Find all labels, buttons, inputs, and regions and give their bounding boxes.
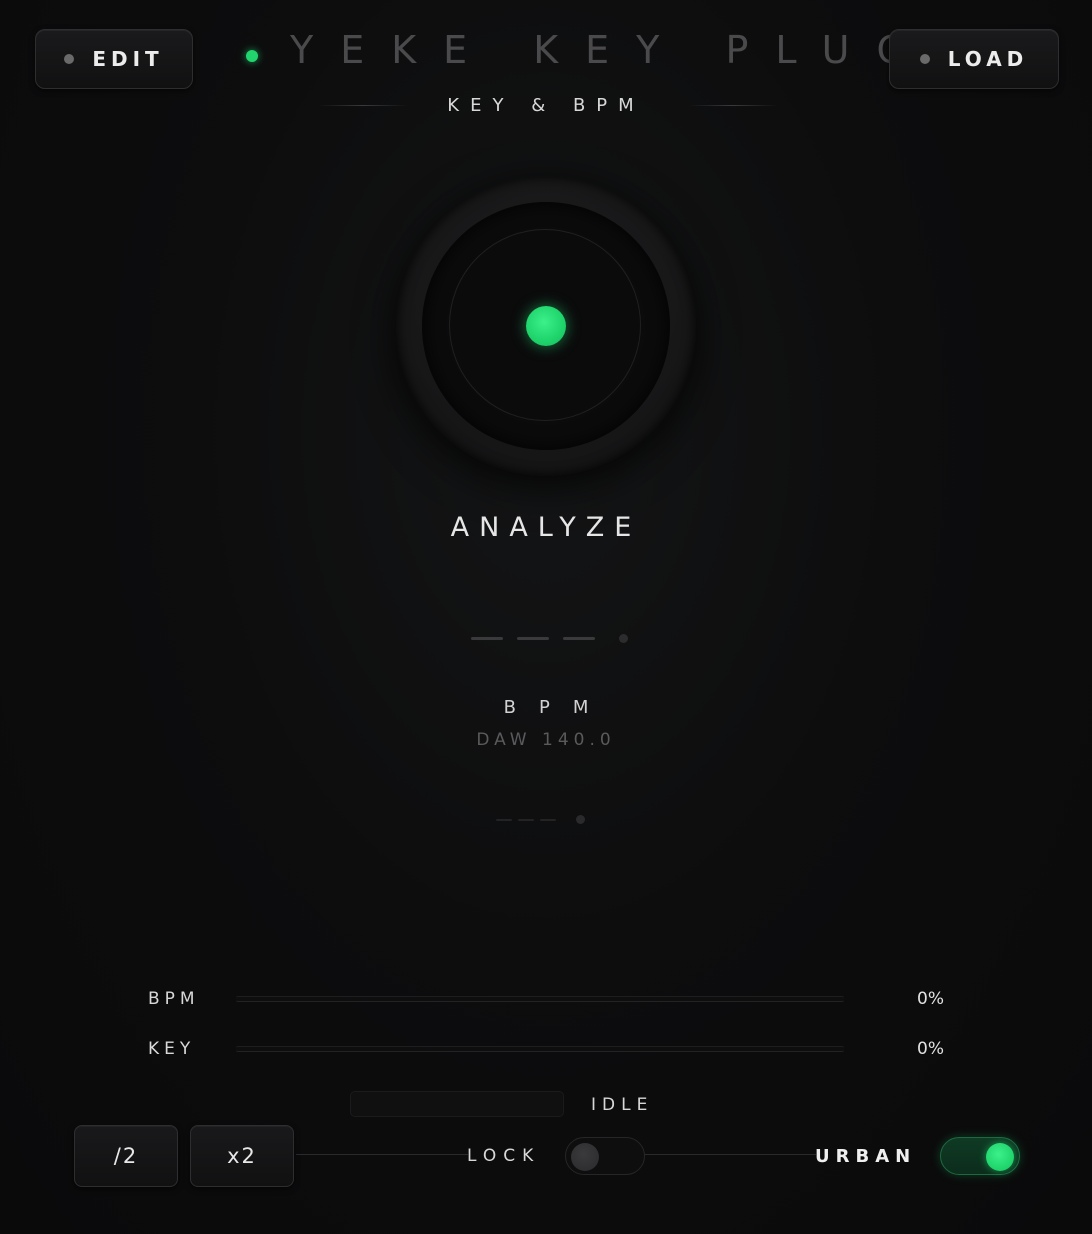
plugin-subtitle: KEY & BPM bbox=[447, 95, 645, 116]
analyze-led-icon bbox=[526, 306, 566, 346]
double-tempo-button[interactable]: x2 bbox=[190, 1125, 294, 1187]
lock-label: LOCK bbox=[467, 1146, 541, 1166]
key-confidence-meter bbox=[236, 1046, 844, 1052]
status-led-icon bbox=[246, 50, 258, 62]
analyze-button-face bbox=[422, 202, 670, 450]
bpm-confidence-percent: 0% bbox=[917, 989, 944, 1009]
placeholder-dot-icon bbox=[576, 815, 585, 824]
half-tempo-button[interactable]: /2 bbox=[74, 1125, 178, 1187]
edit-button[interactable]: EDIT bbox=[35, 29, 193, 89]
lock-toggle[interactable] bbox=[565, 1137, 645, 1175]
bpm-confidence-meter bbox=[236, 996, 844, 1002]
bottom-divider bbox=[296, 1154, 468, 1155]
placeholder-dash bbox=[518, 818, 534, 821]
urban-toggle[interactable] bbox=[940, 1137, 1020, 1175]
placeholder-dash bbox=[517, 637, 549, 640]
key-confidence-percent: 0% bbox=[917, 1039, 944, 1059]
subtitle-divider-right bbox=[688, 105, 778, 106]
bpm-readout-placeholder bbox=[496, 815, 585, 824]
placeholder-dot-icon bbox=[619, 634, 628, 643]
analyze-label: ANALYZE bbox=[450, 512, 642, 543]
key-readout-placeholder bbox=[471, 634, 628, 643]
placeholder-dash bbox=[496, 818, 512, 821]
lock-toggle-knob bbox=[571, 1143, 599, 1171]
load-button[interactable]: LOAD bbox=[889, 29, 1059, 89]
load-button-label: LOAD bbox=[947, 47, 1029, 71]
load-led-icon bbox=[919, 54, 930, 64]
placeholder-dash bbox=[471, 637, 503, 640]
urban-label: URBAN bbox=[815, 1146, 917, 1167]
bpm-confidence-label: BPM bbox=[148, 989, 200, 1009]
plugin-window: EDIT YEKE KEY PLUG KEY & BPM LOAD ANALYZ… bbox=[0, 0, 1092, 1234]
edit-led-icon bbox=[64, 54, 75, 64]
status-progress-bar bbox=[350, 1091, 564, 1117]
urban-toggle-knob bbox=[986, 1143, 1014, 1171]
daw-bpm-value: DAW 140.0 bbox=[476, 730, 616, 750]
edit-button-label: EDIT bbox=[92, 47, 164, 71]
key-confidence-label: KEY bbox=[148, 1039, 196, 1059]
bottom-divider bbox=[644, 1154, 816, 1155]
placeholder-dash bbox=[563, 637, 595, 640]
plugin-title: YEKE KEY PLUG bbox=[290, 28, 933, 72]
placeholder-dash bbox=[540, 818, 556, 821]
bpm-label: BPM bbox=[503, 697, 612, 718]
analyze-button[interactable] bbox=[396, 176, 696, 476]
status-text: IDLE bbox=[591, 1095, 654, 1115]
